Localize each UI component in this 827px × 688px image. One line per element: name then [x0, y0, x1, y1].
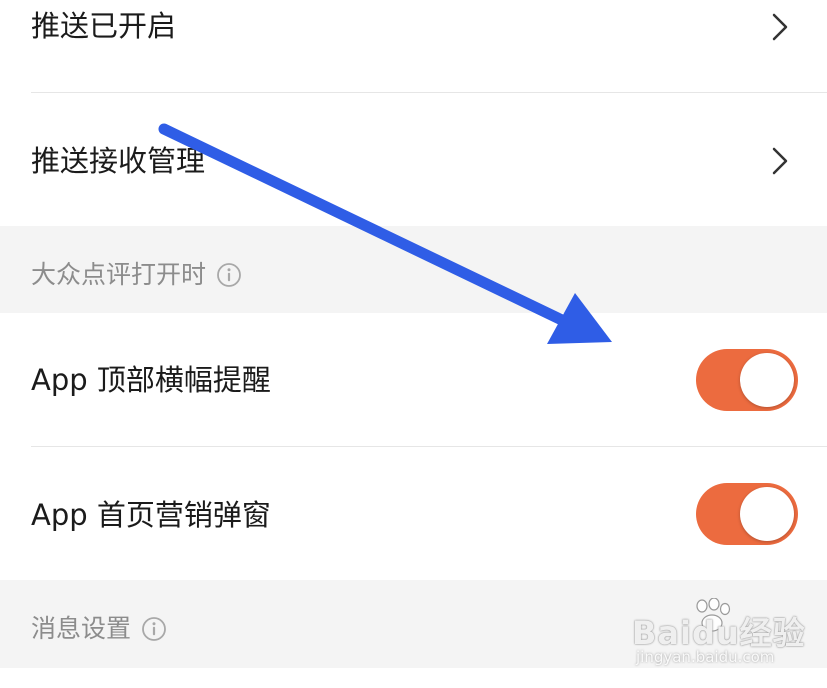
chevron-right-icon: [772, 13, 788, 41]
info-icon[interactable]: [141, 616, 167, 642]
section-header-message-settings: 消息设置: [0, 580, 827, 668]
push-enabled-label: 推送已开启: [31, 9, 177, 43]
push-receive-label: 推送接收管理: [31, 144, 206, 178]
section-header-when-open: 大众点评打开时: [0, 226, 827, 313]
push-receive-row[interactable]: 推送接收管理: [0, 93, 827, 226]
push-enabled-row[interactable]: 推送已开启: [0, 0, 827, 92]
toggle-knob: [740, 487, 794, 541]
top-banner-label: App 顶部横幅提醒: [31, 363, 271, 397]
bottom-strip: [0, 668, 827, 688]
chevron-right-icon: [772, 147, 788, 175]
info-icon[interactable]: [216, 262, 242, 288]
home-popup-label: App 首页营销弹窗: [31, 498, 271, 532]
section-title: 消息设置: [31, 614, 132, 643]
top-banner-row: App 顶部横幅提醒: [0, 313, 827, 446]
section-title: 大众点评打开时: [31, 260, 207, 289]
home-popup-row: App 首页营销弹窗: [0, 447, 827, 580]
home-popup-toggle[interactable]: [696, 483, 798, 545]
top-banner-toggle[interactable]: [696, 349, 798, 411]
toggle-knob: [740, 353, 794, 407]
